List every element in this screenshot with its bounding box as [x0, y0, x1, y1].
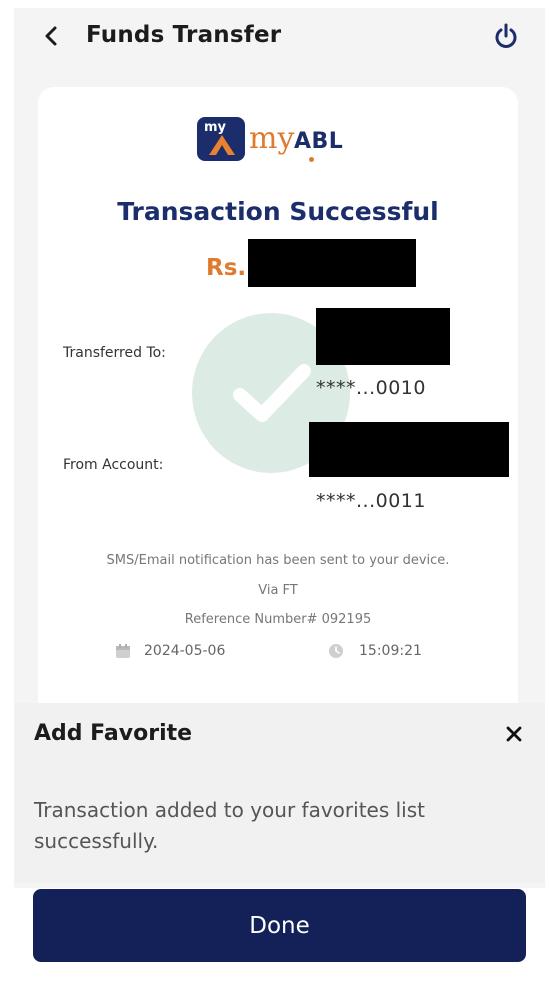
add-favorite-sheet: Add Favorite Transaction added to your f… [14, 703, 545, 883]
receipt-card: my my ABL Transaction Successful Rs. Tra… [38, 87, 518, 727]
recipient-account-masked: ****...0010 [316, 377, 426, 399]
chevron-left-icon[interactable] [40, 22, 64, 50]
logo-my-text: my [249, 121, 295, 156]
transferred-to-label: Transferred To: [63, 345, 166, 361]
logo-badge-text: my [204, 120, 227, 135]
redacted-sender-name [309, 422, 509, 477]
done-button[interactable]: Done [33, 889, 526, 962]
reference-number: Reference Number# 092195 [184, 612, 372, 627]
sender-account-masked: ****...0011 [316, 490, 426, 512]
logo-abl-text: ABL [294, 129, 344, 154]
redacted-amount [248, 239, 416, 287]
sheet-message: Transaction added to your favorites list… [34, 798, 425, 853]
clock-icon [328, 643, 344, 663]
logo-badge: my [197, 117, 245, 161]
logo-triangle-inner [216, 145, 228, 155]
transaction-time: 15:09:21 [359, 643, 422, 659]
power-icon[interactable] [493, 22, 519, 50]
sheet-title: Add Favorite [34, 721, 193, 746]
notification-text: SMS/Email notification has been sent to … [106, 553, 450, 568]
redacted-recipient-name [316, 308, 450, 365]
from-account-label: From Account: [63, 457, 164, 473]
calendar-icon [115, 643, 131, 663]
transaction-status-title: Transaction Successful [117, 197, 439, 226]
logo-dot [309, 157, 314, 162]
close-icon[interactable] [501, 721, 527, 747]
page-title: Funds Transfer [86, 22, 282, 48]
via-text: Via FT [258, 583, 298, 598]
myabl-logo: my my ABL [197, 117, 362, 169]
amount-currency: Rs. [206, 255, 247, 281]
transaction-date: 2024-05-06 [144, 643, 226, 659]
app-header: Funds Transfer [14, 8, 545, 64]
